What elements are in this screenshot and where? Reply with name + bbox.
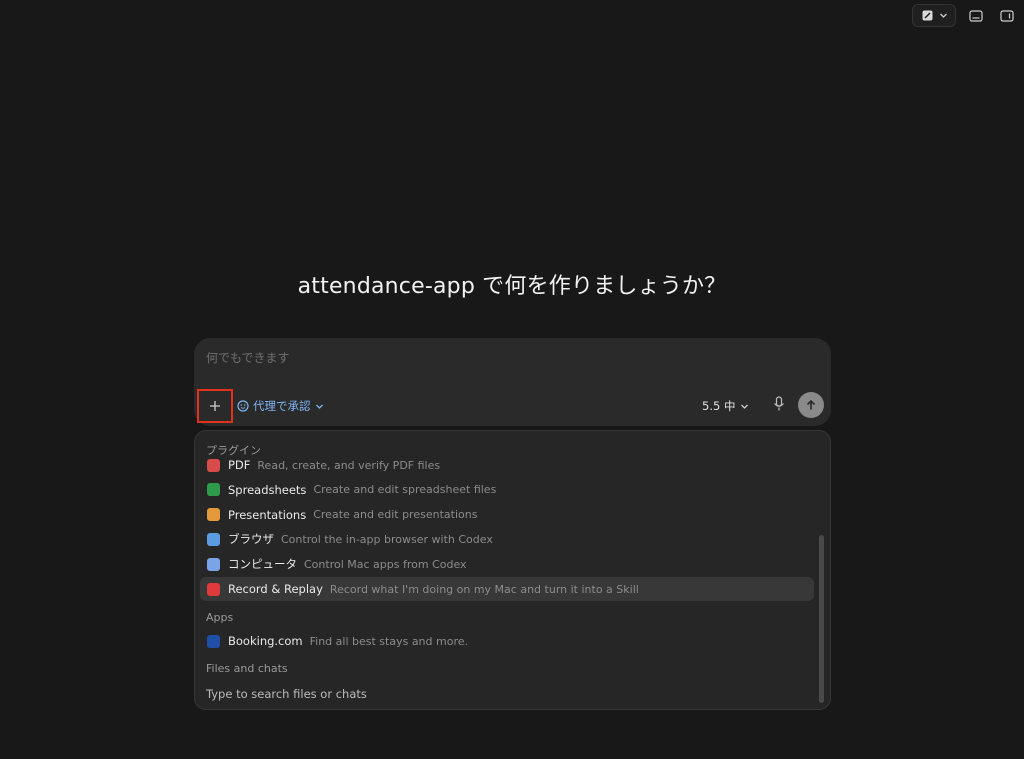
- menu-item[interactable]: Booking.com Find all best stays and more.: [200, 629, 814, 653]
- menu-item-name: Spreadsheets: [228, 482, 307, 497]
- menu-item-name: Booking.com: [228, 634, 303, 648]
- send-button[interactable]: [798, 392, 824, 418]
- chevron-down-icon: [315, 404, 323, 409]
- bottom-panel-icon: [968, 9, 983, 22]
- shield-face-icon: [237, 400, 249, 412]
- menu-item-description: Control the in-app browser with Codex: [281, 532, 493, 546]
- microphone-icon: [774, 396, 784, 411]
- menu-item[interactable]: コンピュータ Control Mac apps from Codex: [200, 552, 814, 576]
- menu-item-description: Read, create, and verify PDF files: [257, 458, 441, 472]
- prompt-input[interactable]: [206, 351, 806, 365]
- model-selector-dropdown[interactable]: 5.5 中: [702, 398, 749, 414]
- menu-item[interactable]: Spreadsheets Create and edit spreadsheet …: [200, 478, 814, 502]
- record-icon: [207, 582, 220, 596]
- browser-icon: [207, 532, 220, 546]
- menu-item-description: Create and edit presentations: [313, 508, 478, 522]
- arrow-up-icon: [806, 399, 816, 410]
- editor-icon: [922, 10, 933, 21]
- voice-input-button[interactable]: [772, 396, 786, 416]
- booking-icon: [207, 634, 220, 648]
- approval-mode-dropdown[interactable]: 代理で承認: [237, 398, 324, 414]
- menu-item-description: Find all best stays and more.: [309, 634, 469, 648]
- menu-item-name: Record & Replay: [228, 582, 323, 596]
- chevron-down-icon: [741, 404, 749, 409]
- presentation-icon: [207, 508, 220, 522]
- open-in-editor-dropdown[interactable]: [912, 4, 956, 27]
- apps-section-heading: Apps: [206, 611, 234, 624]
- app-window: attendance-app で何を作りましょうか？ 代理で承認 5.5 中: [0, 0, 1024, 759]
- files-search-hint: Type to search files or chats: [206, 687, 367, 701]
- files-section-heading: Files and chats: [206, 662, 288, 675]
- menu-item[interactable]: PDF Read, create, and verify PDF files: [200, 453, 814, 477]
- menu-item-name: Presentations: [228, 507, 307, 522]
- menu-item-name: ブラウザ: [228, 532, 274, 547]
- menu-item[interactable]: ブラウザ Control the in-app browser with Code…: [200, 527, 814, 551]
- toggle-bottom-panel-button[interactable]: [964, 4, 987, 27]
- menu-item[interactable]: Presentations Create and edit presentatio…: [200, 503, 814, 527]
- side-panel-icon: [999, 9, 1014, 22]
- chevron-down-icon: [940, 13, 947, 18]
- model-label: 5.5 中: [702, 399, 736, 413]
- menu-item-description: Record what I'm doing on my Mac and turn…: [329, 582, 639, 596]
- toggle-side-panel-button[interactable]: [995, 4, 1018, 27]
- menu-item-name: PDF: [228, 458, 251, 472]
- menu-item[interactable]: Record & Replay Record what I'm doing on …: [200, 577, 814, 601]
- add-attachment-button[interactable]: [197, 389, 233, 423]
- plus-icon: [210, 401, 220, 411]
- page-title: attendance-app で何を作りましょうか？: [297, 274, 727, 299]
- menu-item-description: Create and edit spreadsheet files: [313, 483, 497, 497]
- composer: 代理で承認 5.5 中: [194, 338, 831, 426]
- top-toolbar: [912, 4, 1018, 27]
- menu-item-description: Control Mac apps from Codex: [304, 557, 467, 571]
- computer-icon: [207, 557, 220, 571]
- mention-menu: プラグイン PDF Read, create, and verify PDF fi…: [194, 430, 831, 710]
- pdf-icon: [207, 458, 220, 472]
- menu-scrollbar[interactable]: [819, 535, 824, 703]
- spreadsheet-icon: [207, 483, 220, 497]
- approval-mode-label: 代理で承認: [253, 399, 311, 413]
- menu-item-name: コンピュータ: [228, 557, 297, 572]
